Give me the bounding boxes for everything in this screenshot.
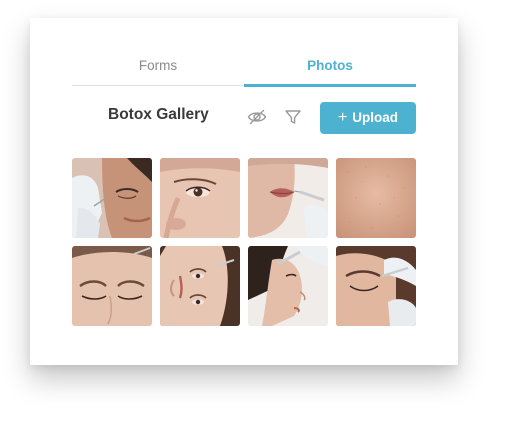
photo-thumbnail[interactable] [336,158,416,238]
photo-thumbnail[interactable] [248,246,328,326]
gallery-title: Botox Gallery [108,106,209,123]
plus-icon: + [337,109,348,126]
photo-thumbnail[interactable] [248,158,328,238]
tab-bar: Forms Photos [72,52,416,87]
upload-button[interactable]: + Upload [320,102,416,134]
photo-thumbnail[interactable] [160,158,240,238]
filter-icon[interactable] [282,106,304,128]
eye-off-icon[interactable] [246,106,268,128]
photo-thumbnail[interactable] [72,246,152,326]
tab-forms[interactable]: Forms [72,52,244,86]
tab-photos[interactable]: Photos [244,52,416,87]
gallery-card: Forms Photos Botox Gallery + Upload [30,18,458,365]
photo-thumbnail[interactable] [160,246,240,326]
photo-thumbnail[interactable] [72,158,152,238]
upload-label: Upload [352,110,399,125]
photo-grid [72,158,416,326]
photo-thumbnail[interactable] [336,246,416,326]
